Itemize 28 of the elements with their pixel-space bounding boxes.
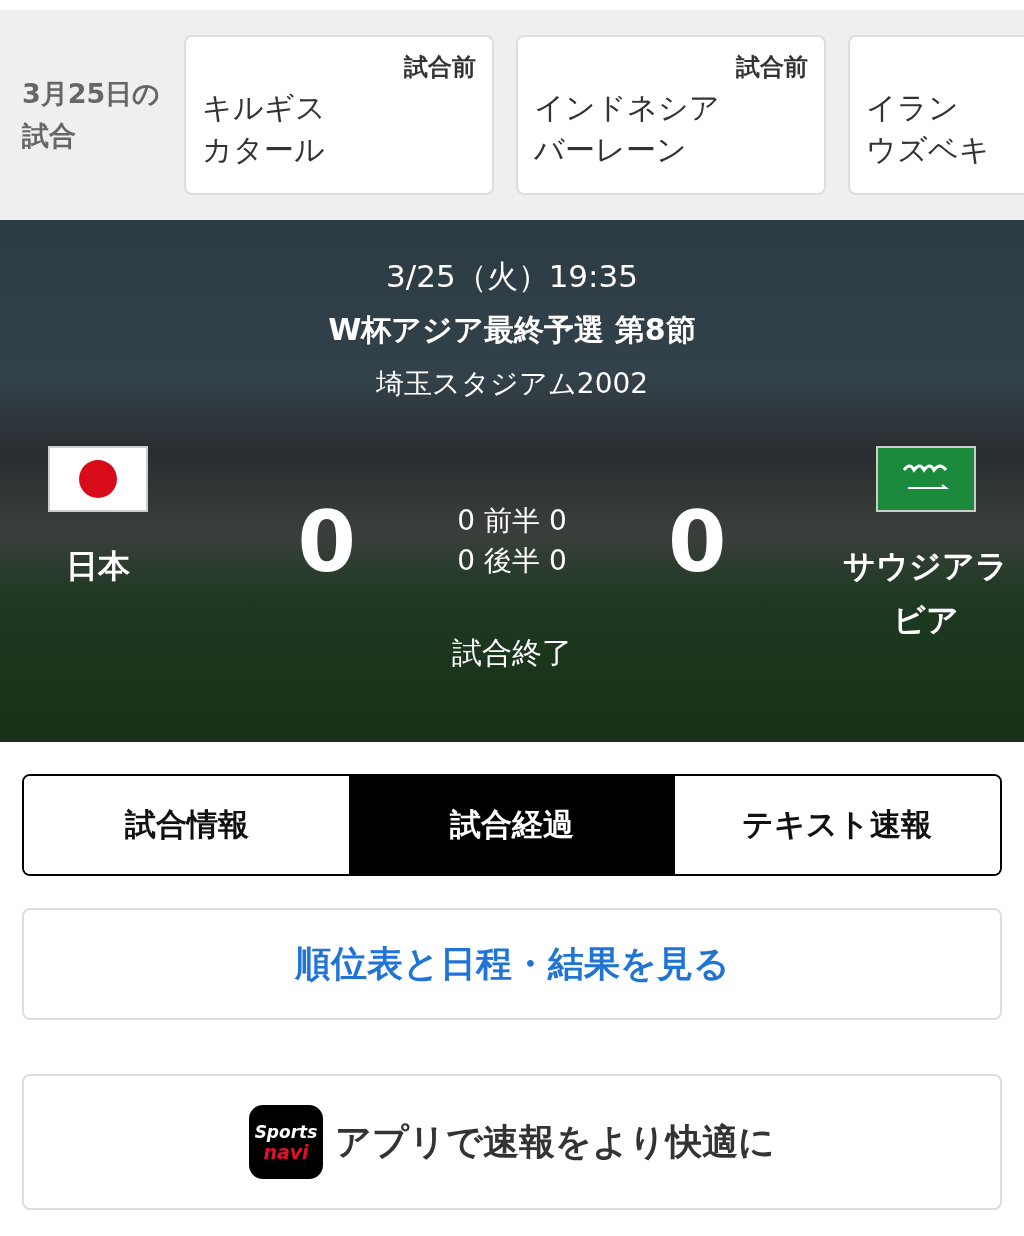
match-status: 試合前 <box>404 53 476 81</box>
standings-link-button[interactable]: 順位表と日程・結果を見る <box>22 908 1002 1020</box>
app-banner-text: アプリで速報をより快適に <box>335 1119 775 1164</box>
score: 0 <box>297 497 356 587</box>
match-status: 試合前 <box>736 53 808 81</box>
match-card[interactable]: 試合前 インドネシア バーレーン <box>516 35 826 195</box>
schedule-date-label: 3月25日の試合 <box>21 77 162 153</box>
team-name: ウズベキ <box>866 131 990 169</box>
score: 0 <box>668 497 727 587</box>
team-name: キルギス <box>202 89 326 127</box>
team-name: インドネシア <box>534 89 720 127</box>
team-name: バーレーン <box>534 131 687 169</box>
competition-title: W杯アジア最終予選 第8節 <box>328 311 696 349</box>
flag-icon <box>48 445 148 513</box>
half-score: 0 前半 0 <box>457 503 567 539</box>
match-datetime: 3/25（火）19:35 <box>386 257 638 296</box>
app-logo-icon: Sports navi <box>249 1105 323 1179</box>
match-card[interactable]: 試合前 キルギス カタール <box>184 35 494 195</box>
flag-icon <box>875 445 976 513</box>
team-name: カタール <box>202 131 325 169</box>
team-name: 日本 <box>65 546 131 587</box>
tab[interactable]: 試合経過 <box>349 776 675 874</box>
match-card[interactable]: イラン ウズベキ <box>848 35 1024 195</box>
venue-name: 埼玉スタジアム2002 <box>375 366 649 402</box>
match-status: 試合終了 <box>452 634 572 672</box>
half-score: 0 後半 0 <box>457 543 567 579</box>
team-name: サウジアラビア <box>842 546 1010 641</box>
team-name: イラン <box>866 89 959 127</box>
